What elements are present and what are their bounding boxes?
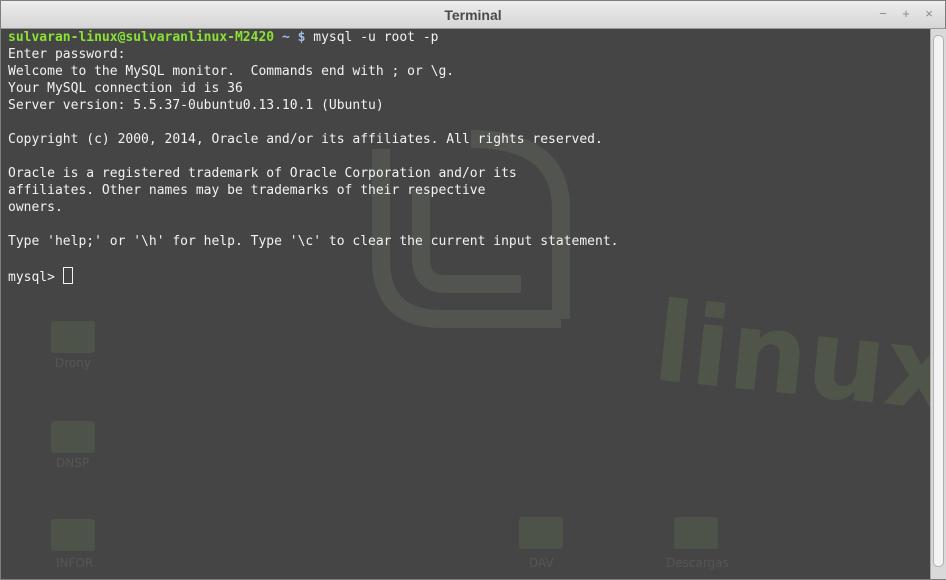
vertical-scrollbar[interactable]	[930, 29, 946, 579]
folder-icon	[674, 517, 718, 549]
output-line: Server version: 5.5.37-0ubuntu0.13.10.1 …	[8, 98, 384, 113]
output-line: Copyright (c) 2000, 2014, Oracle and/or …	[8, 132, 603, 147]
window-title: Terminal	[444, 7, 502, 23]
terminal-output: sulvaran-linux@sulvaranlinux-M2420 ~ $ m…	[8, 29, 618, 286]
desktop-folder-icons	[51, 321, 718, 551]
folder-icon	[51, 421, 95, 453]
minimize-icon[interactable]: −	[875, 6, 891, 22]
folder-label: DAV	[529, 556, 554, 570]
prompt-directory: ~	[281, 30, 290, 45]
scrollbar-thumb[interactable]	[933, 35, 944, 567]
prompt-user-host: sulvaran-linux@sulvaranlinux-M2420	[8, 30, 275, 45]
output-line: Your MySQL connection id is 36	[8, 81, 243, 96]
output-line: owners.	[8, 200, 63, 215]
mysql-prompt: mysql>	[8, 270, 63, 285]
folder-icon	[51, 519, 95, 551]
folder-label: DNSP	[56, 456, 89, 470]
terminal-window: Terminal − + × linux mint Drony	[0, 0, 946, 580]
folder-label: INFOR	[56, 556, 93, 570]
folder-label: Drony	[55, 356, 91, 370]
typed-command: mysql -u root -p	[305, 30, 439, 45]
close-icon[interactable]: ×	[921, 6, 937, 22]
output-line: Enter password:	[8, 47, 126, 62]
terminal-area[interactable]: linux mint Drony DNSP INFOR DAV Descarga…	[1, 29, 930, 579]
desktop-folder-labels: Drony DNSP INFOR DAV Descargas	[55, 356, 729, 570]
brand-text: linux mint	[648, 278, 930, 471]
folder-icon	[51, 321, 95, 353]
title-bar[interactable]: Terminal − + ×	[1, 1, 945, 29]
output-line: Welcome to the MySQL monitor. Commands e…	[8, 64, 455, 79]
output-line: affiliates. Other names may be trademark…	[8, 183, 486, 198]
output-line: Oracle is a registered trademark of Orac…	[8, 166, 517, 181]
folder-icon	[519, 517, 563, 549]
folder-label: Descargas	[666, 556, 729, 570]
output-line: Type 'help;' or '\h' for help. Type '\c'…	[8, 234, 619, 249]
maximize-icon[interactable]: +	[898, 6, 914, 22]
desktop-brand-text: linux mint	[648, 278, 930, 471]
text-cursor[interactable]	[62, 267, 73, 284]
